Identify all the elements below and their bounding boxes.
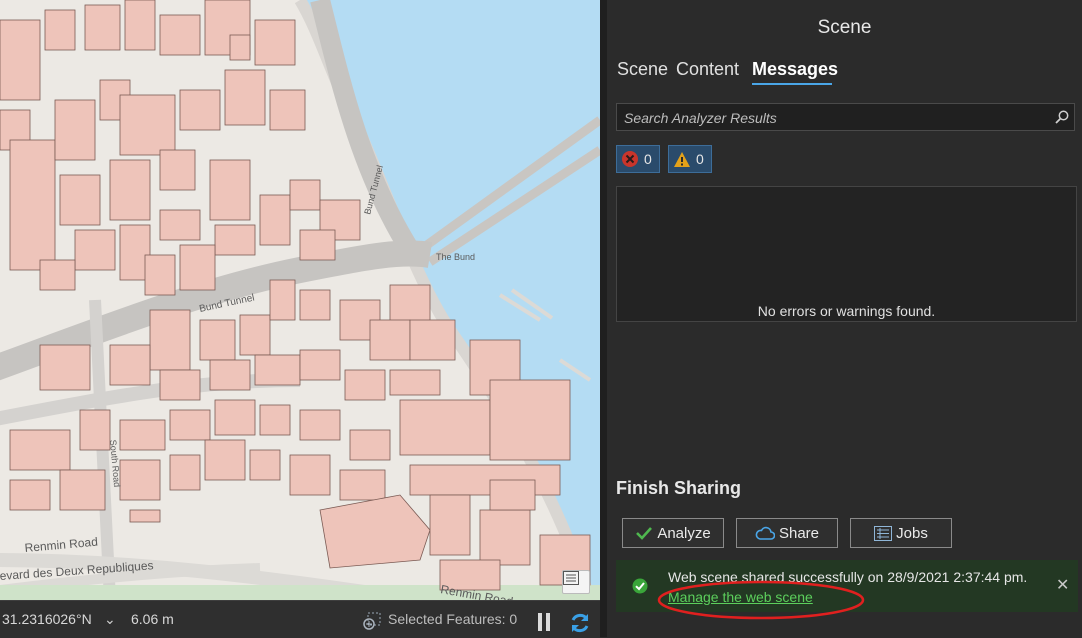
analyze-button[interactable]: Analyze: [622, 518, 724, 548]
cloud-icon: [755, 526, 775, 540]
map-status-bar: 31.2316026°N ⌄ 6.06 m Selected Features:…: [0, 600, 600, 638]
jobs-button[interactable]: Jobs: [850, 518, 952, 548]
table-icon: [563, 571, 579, 585]
share-web-scene-pane: Scene Scene Content Messages 0 0 No erro…: [607, 0, 1082, 637]
warnings-count: 0: [696, 151, 704, 167]
pane-title: Scene: [817, 17, 872, 38]
errors-filter-toggle[interactable]: 0: [616, 145, 660, 173]
active-tab-indicator: [752, 83, 832, 85]
coordinate-readout: 31.2316026°N: [2, 611, 92, 627]
error-icon: [622, 151, 638, 167]
jobs-list-icon: [874, 525, 893, 541]
search-icon[interactable]: [1055, 110, 1069, 124]
selected-features-count: Selected Features: 0: [388, 611, 518, 627]
no-messages-text: No errors or warnings found.: [757, 303, 936, 319]
checkmark-icon: [636, 527, 653, 540]
tab-content[interactable]: Content: [676, 59, 739, 80]
share-button[interactable]: Share: [736, 518, 838, 548]
coordinate-format-dropdown[interactable]: ⌄: [104, 611, 116, 628]
refresh-button[interactable]: [568, 611, 592, 638]
selected-features-icon[interactable]: [362, 611, 382, 634]
warnings-filter-toggle[interactable]: 0: [668, 145, 712, 173]
tab-messages[interactable]: Messages: [752, 59, 838, 80]
success-check-icon: [632, 578, 648, 594]
finish-sharing-heading: Finish Sharing: [616, 478, 742, 498]
elevation-readout: 6.06 m: [131, 611, 174, 627]
map-label-renmin-road-1: Renmin Road: [24, 535, 98, 555]
pause-drawing-button[interactable]: [536, 611, 552, 636]
pane-splitter[interactable]: [600, 0, 607, 637]
analyzer-messages-list: No errors or warnings found.: [616, 186, 1077, 322]
close-notification-button[interactable]: ✕: [1056, 575, 1069, 595]
map-label-the-bund: The Bund: [436, 252, 475, 262]
refresh-icon: [571, 613, 589, 633]
map-canvas[interactable]: Bund Tunnel Bund Tunnel The Bund South R…: [0, 0, 600, 600]
tab-scene[interactable]: Scene: [617, 59, 668, 80]
jobs-label: Jobs: [896, 524, 928, 542]
analyzer-search-box[interactable]: [616, 103, 1075, 132]
map-table-button[interactable]: [562, 570, 590, 594]
success-message: Web scene shared successfully on 28/9/20…: [668, 569, 1028, 585]
map-view[interactable]: Bund Tunnel Bund Tunnel The Bund South R…: [0, 0, 600, 600]
analyze-label: Analyze: [657, 524, 711, 542]
share-label: Share: [778, 524, 820, 542]
errors-count: 0: [644, 151, 652, 167]
search-input[interactable]: [617, 104, 1056, 132]
warning-icon: [674, 151, 690, 167]
manage-web-scene-link[interactable]: Manage the web scene: [668, 589, 813, 605]
pause-icon: [538, 613, 550, 631]
success-notification: Web scene shared successfully on 28/9/20…: [616, 560, 1078, 620]
